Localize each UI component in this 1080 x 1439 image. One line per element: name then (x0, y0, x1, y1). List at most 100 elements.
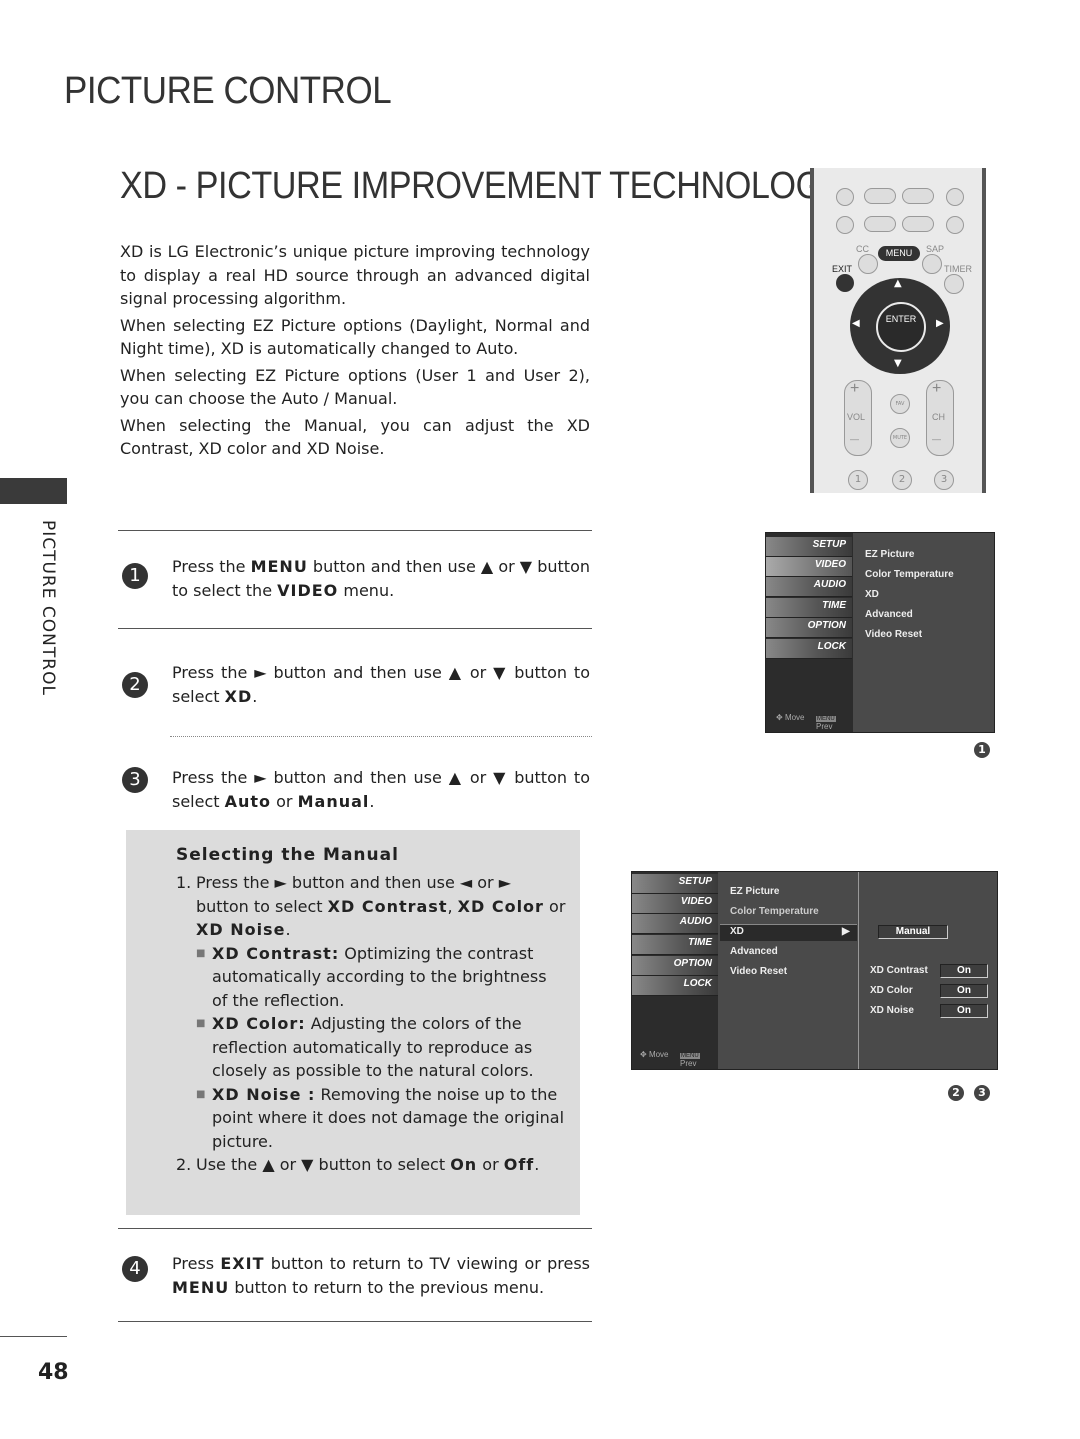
pause-icon[interactable] (902, 188, 934, 204)
fast-forward-icon[interactable] (902, 216, 934, 232)
number-key-1[interactable]: 1 (848, 470, 868, 490)
step-1-text: Press the MENU button and then use ▲ or … (172, 555, 590, 602)
key-name: Auto (224, 791, 272, 811)
step-number-badge: 4 (122, 1256, 148, 1282)
menu-tab-time[interactable]: TIME (632, 935, 718, 955)
menu-item[interactable]: Video Reset (730, 966, 787, 977)
menu-button[interactable]: MENU (878, 246, 920, 261)
menu-tab-video[interactable]: VIDEO (766, 557, 852, 577)
tab-label: AUDIO (813, 579, 846, 590)
bullet-text: XD Noise : Removing the noise up to the … (212, 1083, 566, 1154)
key-name: XD (224, 686, 253, 706)
step-2-text: Press the ► button and then use ▲ or ▼ b… (172, 661, 590, 708)
play-icon[interactable] (864, 188, 896, 204)
bullet-item: ■ XD Color: Adjusting the colors of the r… (196, 1012, 566, 1083)
skip-forward-icon[interactable] (946, 216, 964, 234)
exit-button[interactable] (836, 274, 854, 292)
menu-tab-time[interactable]: TIME (766, 598, 852, 618)
menu-item[interactable]: XD (730, 926, 744, 937)
menu-tab-column: SETUP VIDEO AUDIO TIME OPTION LOCK ✥ Mov… (632, 872, 718, 1069)
left-arrow-icon[interactable]: ◀ (852, 318, 860, 329)
dotted-divider (170, 736, 592, 737)
menu-tab-audio[interactable]: AUDIO (632, 914, 718, 934)
menu-tab-audio[interactable]: AUDIO (766, 577, 852, 597)
skip-back-icon[interactable] (836, 216, 854, 234)
menu-tab-setup[interactable]: SETUP (632, 874, 718, 894)
cc-button[interactable] (858, 254, 878, 274)
number-key-2[interactable]: 2 (892, 470, 912, 490)
fav-button[interactable]: FAV (890, 394, 910, 414)
menu-tab-option[interactable]: OPTION (766, 618, 852, 638)
number-key-3[interactable]: 3 (934, 470, 954, 490)
menu-item[interactable]: EZ Picture (865, 549, 914, 560)
ch-label: CH (932, 412, 945, 422)
menu-item[interactable]: Color Temperature (865, 569, 954, 580)
term: Off (503, 1155, 535, 1174)
list-item: 1. Press the ► button and then use ◄ or … (176, 871, 566, 942)
down-arrow-icon[interactable]: ▼ (894, 358, 902, 369)
xd-mode-value[interactable]: Manual (878, 925, 948, 939)
box-title: Selecting the Manual (176, 845, 399, 865)
menu-tab-setup[interactable]: SETUP (766, 537, 852, 557)
enter-button[interactable]: ENTER (876, 302, 926, 352)
list-text: Use the ▲ or ▼ button to select On or Of… (196, 1153, 539, 1177)
sap-button[interactable] (922, 254, 942, 274)
menu-tab-option[interactable]: OPTION (632, 956, 718, 976)
volume-up-icon: + (850, 380, 860, 397)
callout-badge: 1 (974, 742, 990, 758)
divider (0, 1336, 67, 1337)
menu-tab-video[interactable]: VIDEO (632, 894, 718, 914)
bullet-item: ■ XD Noise : Removing the noise up to the… (196, 1083, 566, 1154)
setting-value[interactable]: On (940, 1004, 988, 1018)
key-name: VIDEO (277, 580, 339, 600)
intro-paragraph: When selecting EZ Picture options (User … (120, 365, 590, 409)
term: XD Noise (196, 920, 286, 939)
term: XD Contrast: (212, 943, 340, 963)
bullet-square-icon: ■ (196, 947, 206, 959)
channel-down-icon: — (932, 434, 941, 444)
xd-menu-screenshot: SETUP VIDEO AUDIO TIME OPTION LOCK ✥ Mov… (631, 871, 998, 1070)
rewind-icon[interactable] (864, 216, 896, 232)
right-arrow-icon[interactable]: ▶ (936, 318, 944, 329)
setting-value[interactable]: On (940, 984, 988, 998)
text-span: Use the ▲ or ▼ button to select (196, 1155, 451, 1174)
menu-tab-lock[interactable]: LOCK (632, 976, 718, 996)
bullet-square-icon: ■ (196, 1018, 206, 1029)
intro-text: XD is LG Electronic’s unique picture imp… (120, 240, 590, 464)
term: XD Contrast (327, 896, 448, 916)
menu-item[interactable]: Advanced (865, 609, 913, 620)
key-name: EXIT (220, 1254, 265, 1273)
page-title: XD - PICTURE IMPROVEMENT TECHNOLOGY (120, 165, 845, 207)
divider (118, 628, 592, 629)
side-tab-marker (0, 478, 67, 504)
text-span: button to return to the previous menu. (229, 1277, 545, 1297)
volume-down-icon: — (850, 434, 859, 444)
menu-item[interactable]: Video Reset (865, 629, 922, 640)
menu-item[interactable]: Advanced (730, 946, 778, 957)
bullet-square-icon: ■ (196, 1088, 206, 1100)
setting-value[interactable]: On (940, 964, 988, 978)
text-span: or (477, 1155, 504, 1174)
menu-item[interactable]: XD (865, 589, 879, 600)
record-icon[interactable] (946, 188, 964, 206)
prev-hint: MENU Prev (680, 1050, 718, 1068)
setting-label: XD Contrast (870, 965, 928, 976)
menu-tab-lock[interactable]: LOCK (766, 639, 852, 659)
text-span: . (534, 1155, 540, 1174)
intro-paragraph: When selecting the Manual, you can adjus… (120, 415, 590, 459)
list-number: 2. (176, 1155, 192, 1174)
text-span: Press the (172, 557, 251, 576)
tab-label: SETUP (678, 876, 712, 887)
menu-item[interactable]: Color Temperature (730, 906, 819, 917)
menu-item[interactable]: EZ Picture (730, 886, 779, 897)
panel-divider (858, 872, 859, 1069)
stop-icon[interactable] (836, 188, 854, 206)
setting-label: XD Noise (870, 1005, 914, 1016)
timer-button[interactable] (944, 274, 964, 294)
up-arrow-icon[interactable]: ▲ (894, 278, 902, 289)
term: XD Color (457, 896, 544, 916)
side-section-label: PICTURE CONTROL (38, 520, 58, 696)
step-4-text: Press EXIT button to return to TV viewin… (172, 1252, 590, 1299)
mute-button[interactable]: MUTE (890, 428, 910, 448)
step-number-badge: 3 (122, 767, 148, 793)
